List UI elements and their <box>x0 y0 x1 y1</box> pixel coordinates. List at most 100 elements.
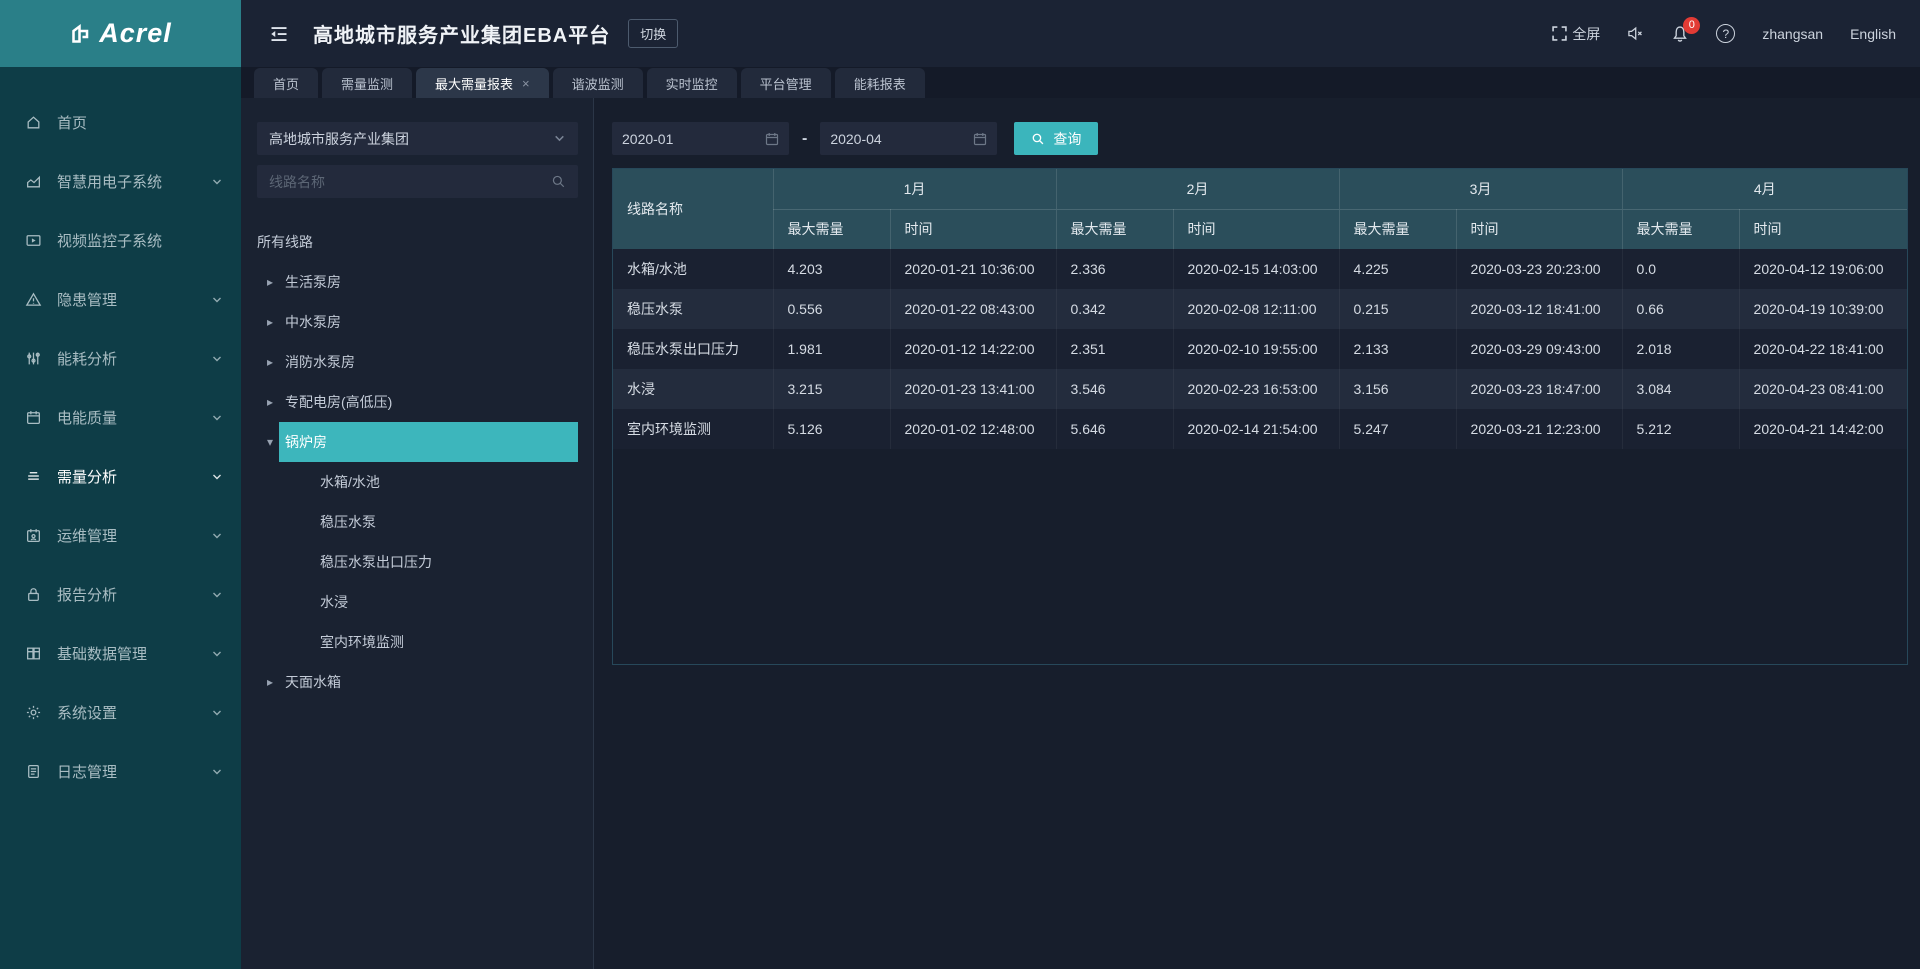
cell-time: 2020-01-12 14:22:00 <box>890 329 1056 369</box>
chevron-down-icon <box>553 132 566 145</box>
tree-node-dedicated-power-room[interactable]: ▸专配电房(高低压) <box>257 382 578 422</box>
cell-time: 2020-04-12 19:06:00 <box>1739 249 1907 289</box>
warning-triangle-icon <box>25 291 42 308</box>
fullscreen-button[interactable]: 全屏 <box>1552 24 1600 44</box>
close-icon[interactable]: × <box>522 76 530 91</box>
org-select[interactable]: 高地城市服务产业集团 <box>257 122 578 155</box>
cell-time: 2020-04-22 18:41:00 <box>1739 329 1907 369</box>
cell-line-name: 室内环境监测 <box>613 409 773 449</box>
tab-home[interactable]: 首页 <box>254 68 318 98</box>
chevron-down-icon <box>211 471 223 483</box>
sidebar-item-base-data-mgmt[interactable]: 基础数据管理 <box>0 624 241 683</box>
col-header-line-name: 线路名称 <box>613 169 773 249</box>
chevron-down-icon <box>211 530 223 542</box>
line-search <box>257 165 578 198</box>
sidebar-item-energy-analysis[interactable]: 能耗分析 <box>0 329 241 388</box>
cell-time: 2020-02-15 14:03:00 <box>1173 249 1339 289</box>
sidebar: 首页 智慧用电子系统 视频监控子系统 隐患管理 能耗分析 电能质量 需量分析 运… <box>0 67 241 969</box>
cell-demand: 2.018 <box>1622 329 1739 369</box>
col-header-time: 时间 <box>1173 209 1339 249</box>
table-row: 稳压水泵 0.556 2020-01-22 08:43:00 0.342 202… <box>613 289 1907 329</box>
tree-node-water-leak[interactable]: 水浸 <box>257 582 578 622</box>
tree-node-roof-water-tank[interactable]: ▸天面水箱 <box>257 662 578 702</box>
cell-time: 2020-01-21 10:36:00 <box>890 249 1056 289</box>
cell-time: 2020-01-02 12:48:00 <box>890 409 1056 449</box>
tree-node-all-lines[interactable]: 所有线路 <box>257 222 578 262</box>
sidebar-item-demand-analysis[interactable]: 需量分析 <box>0 447 241 506</box>
line-tree-panel: 高地城市服务产业集团 所有线路 ▸生活泵房 ▸中水泵房 ▸消防水泵房 ▸专配电房… <box>241 98 594 969</box>
col-header-max-demand: 最大需量 <box>1339 209 1456 249</box>
tree-node-stabilized-pump-outlet-pressure[interactable]: 稳压水泵出口压力 <box>257 542 578 582</box>
caret-right-icon[interactable]: ▸ <box>267 315 285 329</box>
user-menu[interactable]: zhangsan <box>1762 26 1823 42</box>
cell-line-name: 水箱/水池 <box>613 249 773 289</box>
tree-node-indoor-env-monitor[interactable]: 室内环境监测 <box>257 622 578 662</box>
tree-node-water-tank-pool[interactable]: 水箱/水池 <box>257 462 578 502</box>
cell-demand: 4.203 <box>773 249 890 289</box>
max-demand-table-container: 线路名称 1月 2月 3月 4月 最大需量 时间 最大需量 时间 最大需量 时间… <box>612 168 1908 665</box>
cell-time: 2020-03-29 09:43:00 <box>1456 329 1622 369</box>
tab-platform-mgmt[interactable]: 平台管理 <box>741 68 831 98</box>
tab-harmonic-monitor[interactable]: 谐波监测 <box>553 68 643 98</box>
filter-bar: 2020-01 - 2020-04 查询 <box>612 122 1908 155</box>
sidebar-item-smart-power[interactable]: 智慧用电子系统 <box>0 152 241 211</box>
tree-node-stabilized-pump[interactable]: 稳压水泵 <box>257 502 578 542</box>
query-button[interactable]: 查询 <box>1014 122 1098 155</box>
tree-node-boiler-room[interactable]: ▾锅炉房 <box>257 422 578 462</box>
mute-button[interactable] <box>1627 25 1644 42</box>
col-group-month-1: 1月 <box>773 169 1056 209</box>
cell-demand: 5.126 <box>773 409 890 449</box>
tree-node-fire-pump-room[interactable]: ▸消防水泵房 <box>257 342 578 382</box>
notification-badge: 0 <box>1683 17 1700 34</box>
caret-right-icon[interactable]: ▸ <box>267 355 285 369</box>
line-tree: 所有线路 ▸生活泵房 ▸中水泵房 ▸消防水泵房 ▸专配电房(高低压) ▾锅炉房 … <box>257 222 578 702</box>
col-group-month-4: 4月 <box>1622 169 1907 209</box>
col-group-month-3: 3月 <box>1339 169 1622 209</box>
sidebar-item-power-quality[interactable]: 电能质量 <box>0 388 241 447</box>
language-switch[interactable]: English <box>1850 26 1896 42</box>
start-month-picker[interactable]: 2020-01 <box>612 122 789 155</box>
menu-fold-icon[interactable] <box>269 24 289 44</box>
cell-demand: 0.0 <box>1622 249 1739 289</box>
caret-right-icon[interactable]: ▸ <box>267 395 285 409</box>
help-icon[interactable]: ? <box>1716 24 1735 43</box>
cell-demand: 2.133 <box>1339 329 1456 369</box>
tree-node-life-pump-room[interactable]: ▸生活泵房 <box>257 262 578 302</box>
caret-right-icon[interactable]: ▸ <box>267 275 285 289</box>
area-chart-icon <box>25 173 42 190</box>
calendar-icon <box>973 132 987 146</box>
search-input[interactable] <box>269 174 551 190</box>
sidebar-item-report-analysis[interactable]: 报告分析 <box>0 565 241 624</box>
date-range-separator: - <box>802 130 807 148</box>
notifications-button[interactable]: 0 <box>1671 25 1689 43</box>
end-month-picker[interactable]: 2020-04 <box>820 122 997 155</box>
tab-energy-report[interactable]: 能耗报表 <box>835 68 925 98</box>
switch-button[interactable]: 切换 <box>628 19 678 48</box>
calendar-user-icon <box>25 527 42 544</box>
sidebar-item-home[interactable]: 首页 <box>0 93 241 152</box>
app-header: Acrel 高地城市服务产业集团EBA平台 切换 全屏 0 ? zhangs <box>0 0 1920 67</box>
gear-icon <box>25 704 42 721</box>
col-header-time: 时间 <box>1456 209 1622 249</box>
tab-max-demand-report[interactable]: 最大需量报表 × <box>416 68 549 98</box>
cell-demand: 3.546 <box>1056 369 1173 409</box>
cell-time: 2020-04-19 10:39:00 <box>1739 289 1907 329</box>
cell-demand: 2.351 <box>1056 329 1173 369</box>
sidebar-item-video-monitor[interactable]: 视频监控子系统 <box>0 211 241 270</box>
sidebar-item-ops-mgmt[interactable]: 运维管理 <box>0 506 241 565</box>
home-icon <box>25 114 42 131</box>
caret-right-icon[interactable]: ▸ <box>267 675 285 689</box>
table-row: 水浸 3.215 2020-01-23 13:41:00 3.546 2020-… <box>613 369 1907 409</box>
tree-node-reclaimed-water-pump-room[interactable]: ▸中水泵房 <box>257 302 578 342</box>
chevron-down-icon <box>211 707 223 719</box>
tab-realtime-monitor[interactable]: 实时监控 <box>647 68 737 98</box>
page-title: 高地城市服务产业集团EBA平台 <box>313 19 610 48</box>
sidebar-item-hazard-mgmt[interactable]: 隐患管理 <box>0 270 241 329</box>
sidebar-item-log-mgmt[interactable]: 日志管理 <box>0 742 241 801</box>
table-row: 水箱/水池 4.203 2020-01-21 10:36:00 2.336 20… <box>613 249 1907 289</box>
tab-demand-monitor[interactable]: 需量监测 <box>322 68 412 98</box>
cell-demand: 3.156 <box>1339 369 1456 409</box>
sidebar-item-system-settings[interactable]: 系统设置 <box>0 683 241 742</box>
cell-line-name: 稳压水泵出口压力 <box>613 329 773 369</box>
document-icon <box>25 763 42 780</box>
